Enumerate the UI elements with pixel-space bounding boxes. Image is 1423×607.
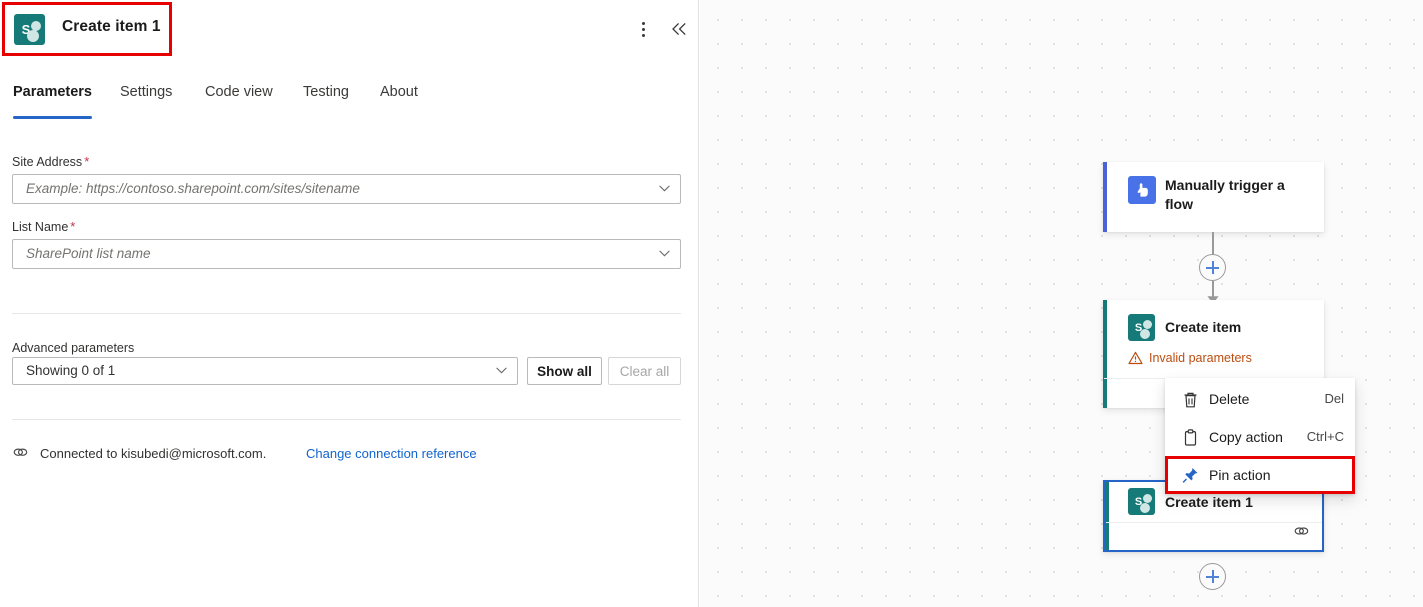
tab-active-indicator (13, 116, 92, 119)
flow-node-create-item-title: Create item (1165, 318, 1241, 337)
site-address-required-marker: * (82, 154, 89, 169)
chevron-down-icon (659, 185, 670, 192)
tab-testing-label: Testing (303, 84, 349, 100)
action-details-panel: S Create item 1 Parameters (0, 0, 699, 607)
manual-trigger-icon (1128, 176, 1156, 204)
app-root: S Create item 1 Parameters (0, 0, 1423, 607)
list-name-required-marker: * (68, 219, 75, 234)
show-all-button[interactable]: Show all (527, 357, 602, 385)
tab-parameters[interactable]: Parameters (13, 84, 92, 110)
chevron-down-icon (659, 250, 670, 257)
edge-line-top (1212, 232, 1214, 256)
sharepoint-icon: S (1128, 488, 1155, 515)
clipboard-icon (1182, 429, 1199, 447)
pin-icon (1182, 466, 1199, 484)
node-separator (1106, 522, 1322, 523)
advanced-parameters-label: Advanced parameters (12, 341, 134, 355)
connection-status-text: Connected to kisubedi@microsoft.com. (40, 446, 266, 461)
context-menu-item-copy-action-label: Copy action (1209, 429, 1283, 445)
sharepoint-icon-dot-bottom (1140, 503, 1150, 513)
context-menu-item-delete-label: Delete (1209, 391, 1249, 407)
tab-testing[interactable]: Testing (303, 84, 349, 110)
context-menu-item-copy-action[interactable]: Copy action Ctrl+C (1165, 419, 1355, 457)
site-address-label-text: Site Address (12, 155, 82, 169)
flow-node-create-item-warning: Invalid parameters (1149, 351, 1252, 365)
list-name-placeholder: SharePoint list name (26, 246, 151, 261)
sharepoint-icon-dot-bottom (1140, 329, 1150, 339)
trash-icon (1182, 391, 1199, 409)
double-chevron-left-icon (670, 22, 688, 36)
add-step-bottom[interactable] (1199, 563, 1226, 590)
node-accent-bar (1103, 162, 1107, 232)
section-divider-top (12, 313, 681, 314)
more-vertical-icon (642, 20, 645, 38)
context-menu-item-copy-action-shortcut: Ctrl+C (1307, 429, 1344, 444)
site-address-placeholder: Example: https://contoso.sharepoint.com/… (26, 181, 360, 196)
tab-settings[interactable]: Settings (120, 84, 172, 110)
section-divider-bottom (12, 419, 681, 420)
add-step-between-trigger-and-create-item[interactable] (1199, 254, 1226, 281)
context-menu-item-delete-shortcut: Del (1324, 391, 1344, 406)
tab-code-view-label: Code view (205, 84, 273, 100)
advanced-parameters-select[interactable]: Showing 0 of 1 (12, 357, 518, 385)
panel-title: Create item 1 (62, 18, 161, 36)
tab-parameters-label: Parameters (13, 84, 92, 100)
context-menu-item-pin-action-label: Pin action (1209, 467, 1270, 483)
flow-node-create-item-1-title: Create item 1 (1165, 493, 1253, 512)
sharepoint-icon: S (14, 14, 45, 45)
advanced-parameters-value: Showing 0 of 1 (26, 363, 115, 378)
node-accent-bar (1105, 482, 1109, 550)
connection-status-row: Connected to kisubedi@microsoft.com. Cha… (12, 444, 29, 464)
link-icon[interactable] (1293, 523, 1310, 539)
node-accent-bar (1103, 300, 1107, 408)
context-menu-item-pin-action[interactable]: Pin action (1165, 457, 1355, 495)
panel-header: S Create item 1 (0, 0, 699, 58)
sharepoint-icon-dot-top (1143, 494, 1152, 503)
more-options-button[interactable] (632, 16, 654, 42)
tab-about-label: About (380, 84, 418, 100)
node-context-menu: Delete Del Copy action Ctrl+C Pin action (1165, 378, 1355, 494)
link-icon (12, 444, 29, 461)
collapse-panel-button[interactable] (666, 16, 692, 42)
site-address-label: Site Address* (12, 154, 89, 169)
flow-canvas[interactable]: Manually trigger a flow S Create item In… (700, 0, 1423, 607)
change-connection-reference-link[interactable]: Change connection reference (306, 446, 477, 461)
list-name-label-text: List Name (12, 220, 68, 234)
tab-about[interactable]: About (380, 84, 418, 110)
list-name-input[interactable]: SharePoint list name (12, 239, 681, 269)
clear-all-button: Clear all (608, 357, 681, 385)
site-address-input[interactable]: Example: https://contoso.sharepoint.com/… (12, 174, 681, 204)
warning-triangle-icon (1128, 351, 1143, 365)
sharepoint-icon: S (1128, 314, 1155, 341)
tab-settings-label: Settings (120, 84, 172, 100)
list-name-label: List Name* (12, 219, 75, 234)
context-menu-item-delete[interactable]: Delete Del (1165, 381, 1355, 419)
chevron-down-icon (496, 367, 507, 374)
flow-node-manual-trigger-title: Manually trigger a flow (1165, 176, 1310, 214)
sharepoint-icon-dot-bottom (27, 30, 39, 42)
flow-node-manual-trigger[interactable]: Manually trigger a flow (1103, 162, 1324, 232)
panel-tabs: Parameters Settings Code view Testing Ab… (0, 84, 699, 122)
tab-code-view[interactable]: Code view (205, 84, 273, 110)
sharepoint-icon-dot-top (1143, 320, 1152, 329)
